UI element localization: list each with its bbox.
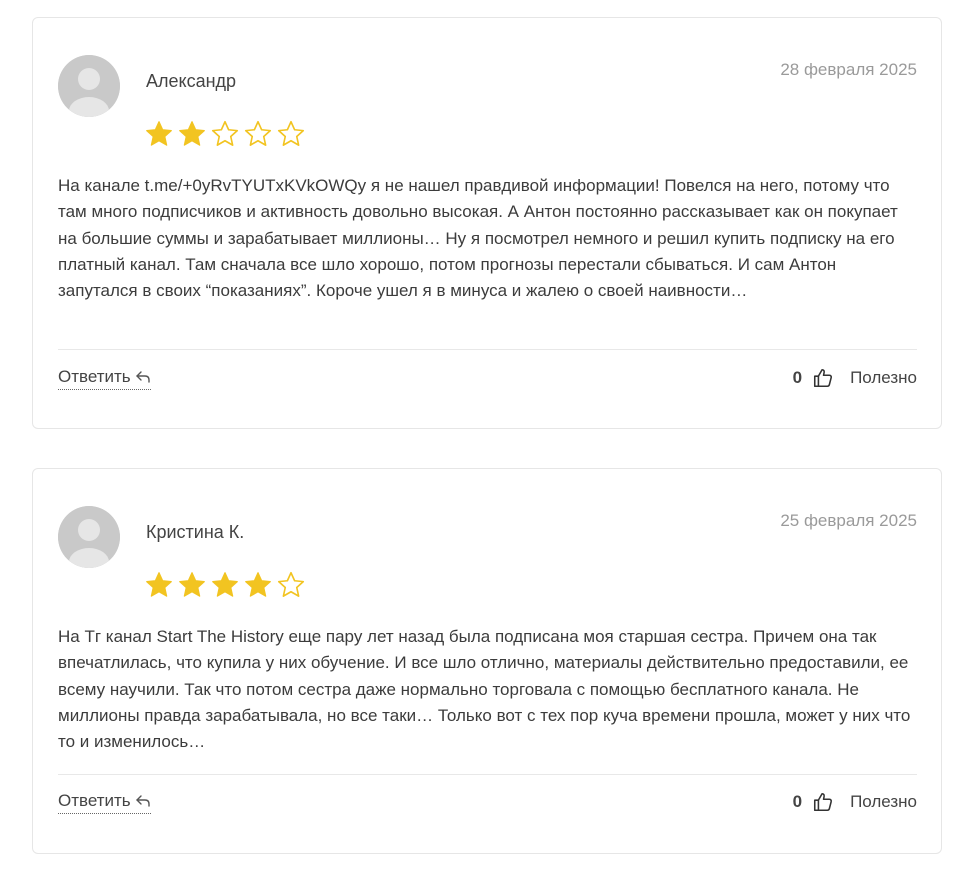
- divider: [58, 774, 917, 775]
- star-filled-icon: [212, 572, 238, 597]
- star-filled-icon: [146, 121, 172, 146]
- reply-button[interactable]: Ответить: [58, 367, 151, 390]
- helpful-section: 0 Полезно: [793, 791, 917, 813]
- star-rating: [144, 570, 306, 600]
- review-date: 25 февраля 2025: [780, 511, 917, 530]
- star-empty-icon: [277, 571, 305, 597]
- star-rating: [144, 119, 306, 149]
- review-card: Кристина К. 25 февраля 2025 На Тг канал …: [32, 468, 942, 854]
- review-date: 28 февраля 2025: [780, 60, 917, 79]
- helpful-button[interactable]: Полезно: [850, 792, 917, 812]
- reply-arrow-icon: [135, 370, 150, 383]
- reply-label: Ответить: [58, 790, 131, 810]
- user-avatar-icon: [58, 55, 120, 117]
- review-footer: Ответить 0 Полезно: [58, 787, 917, 817]
- star-filled-icon: [146, 572, 172, 597]
- review-text: На канале t.me/+0yRvTYUTxKVkOWQy я не на…: [58, 176, 898, 301]
- divider: [58, 349, 917, 350]
- star-filled-icon: [245, 572, 271, 597]
- review-card: Александр 28 февраля 2025 На канале t.me…: [32, 17, 942, 429]
- review-author: Кристина К.: [146, 522, 245, 542]
- avatar: [58, 506, 120, 568]
- helpful-button[interactable]: Полезно: [850, 368, 917, 388]
- reply-button[interactable]: Ответить: [58, 791, 151, 814]
- star-filled-icon: [179, 572, 205, 597]
- star-empty-icon: [277, 120, 305, 146]
- helpful-count: 0: [792, 368, 803, 387]
- thumbs-up-icon[interactable]: [812, 367, 834, 389]
- helpful-section: 0 Полезно: [793, 367, 917, 389]
- review-author: Александр: [146, 71, 237, 91]
- star-empty-icon: [211, 120, 239, 146]
- user-avatar-icon: [58, 506, 120, 568]
- star-filled-icon: [179, 121, 205, 146]
- star-empty-icon: [244, 120, 272, 146]
- helpful-count: 0: [792, 792, 803, 811]
- review-footer: Ответить 0 Полезно: [58, 363, 917, 393]
- thumbs-up-icon[interactable]: [812, 791, 834, 813]
- review-text: На Тг канал Start The History еще пару л…: [58, 627, 911, 752]
- reply-label: Ответить: [58, 366, 131, 386]
- avatar: [58, 55, 120, 117]
- reply-arrow-icon: [135, 794, 150, 807]
